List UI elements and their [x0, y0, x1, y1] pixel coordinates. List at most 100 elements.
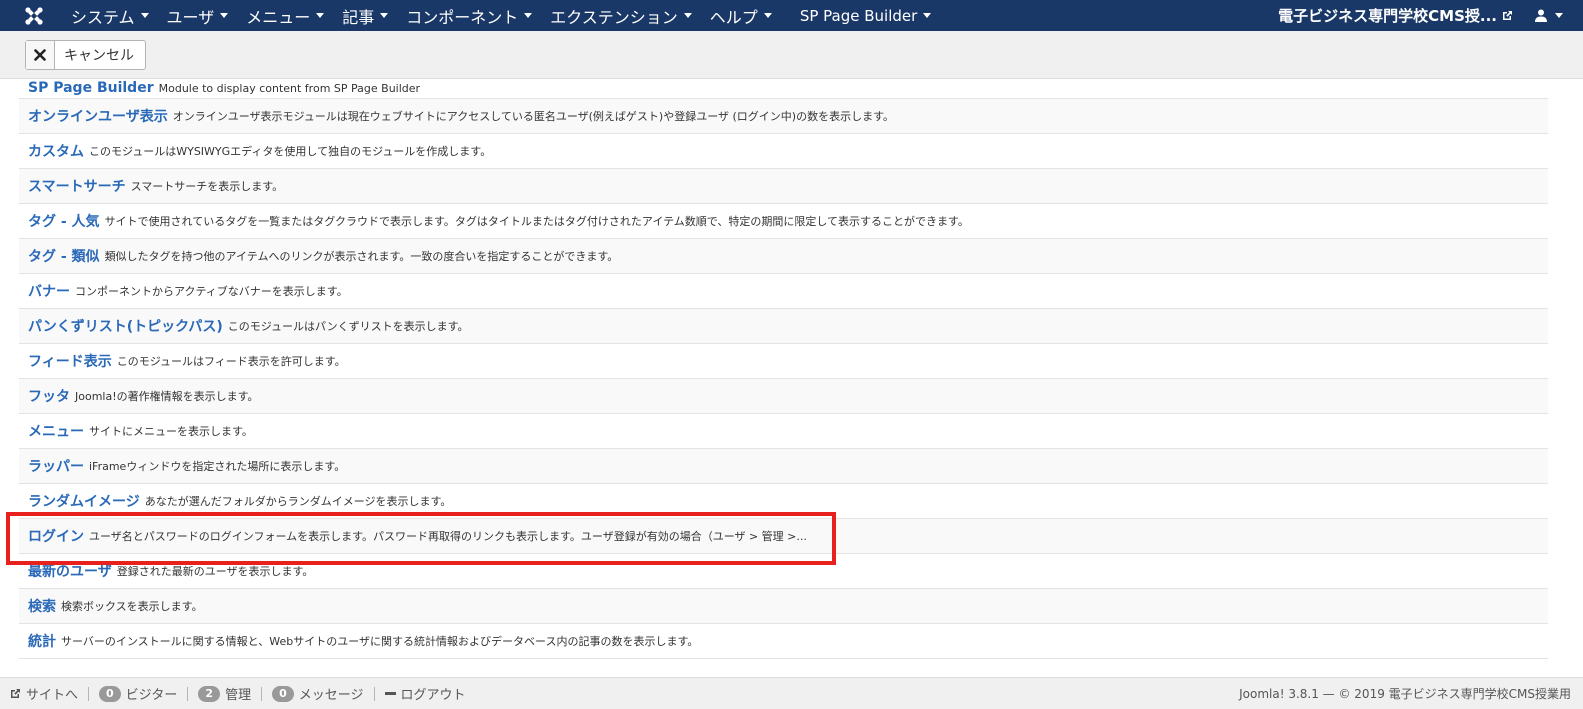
view-site-label: サイトへ: [26, 688, 79, 703]
menu-label: メニュー: [246, 7, 311, 27]
external-link-icon: [11, 689, 20, 698]
module-description: ユーザ名とパスワードのログインフォームを表示します。パスワード再取得のリンクも表…: [89, 530, 807, 543]
user-menu[interactable]: [1535, 9, 1563, 22]
module-title-link[interactable]: バナー: [28, 281, 70, 301]
module-description: サーバーのインストールに関する情報と、Webサイトのユーザに関する統計情報および…: [61, 635, 699, 648]
visitors-badge: 0: [99, 685, 121, 702]
menu-label: ユーザ: [166, 7, 215, 27]
navbar-right: 電子ビジネス専門学校CMS授...: [1278, 5, 1583, 26]
user-icon: [1535, 9, 1547, 22]
list-item: カスタム このモジュールはWYSIWYGエディタを使用して独自のモジュールを作成し…: [19, 134, 1548, 169]
menu-content[interactable]: 記事: [333, 4, 397, 28]
menu-extensions[interactable]: エクステンション: [541, 4, 701, 28]
list-item: ラッパー iFrameウィンドウを指定された場所に表示します。: [19, 449, 1548, 484]
menu-system[interactable]: システム: [62, 4, 158, 28]
list-item: ランダムイメージ あなたが選んだフォルダからランダムイメージを表示します。: [19, 484, 1548, 519]
list-item: タグ - 類似 類似したタグを持つ他のアイテムへのリンクが表示されます。一致の度合…: [19, 239, 1548, 274]
module-title-link[interactable]: フィード表示: [28, 351, 112, 371]
view-site-link[interactable]: サイトへ: [0, 684, 88, 703]
menu-label: SP Page Builder: [799, 6, 918, 25]
module-title-link[interactable]: フッタ: [28, 386, 70, 406]
module-title-link[interactable]: パンくずリスト(トピックパス): [28, 316, 223, 336]
module-description: Joomla!の著作権情報を表示します。: [75, 390, 259, 403]
caret-down-icon: [1555, 13, 1563, 18]
menu-label: システム: [71, 7, 135, 27]
cancel-button[interactable]: キャンセル: [25, 40, 146, 70]
list-item: SP Page Builder Module to display content…: [19, 78, 1548, 99]
list-item: メニュー サイトにメニューを表示します。: [19, 414, 1548, 449]
admin-navbar: システム ユーザ メニュー 記事 コンポーネント エクステンション ヘルプ SP…: [0, 0, 1583, 31]
module-description: スマートサーチを表示します。: [130, 180, 284, 193]
caret-down-icon: [220, 13, 229, 18]
admins-badge: 2: [198, 685, 221, 702]
list-item: 検索 検索ボックスを表示します。: [19, 589, 1548, 624]
close-icon: [26, 41, 55, 69]
module-description: オンラインユーザ表示モジュールは現在ウェブサイトにアクセスしている匿名ユーザ(例…: [172, 110, 894, 123]
module-title-link[interactable]: タグ - 類似: [28, 246, 100, 266]
list-item: オンラインユーザ表示 オンラインユーザ表示モジュールは現在ウェブサイトにアクセスし…: [19, 99, 1548, 134]
module-title-link[interactable]: SP Page Builder: [28, 80, 154, 96]
module-type-list: SP Page Builder Module to display content…: [19, 78, 1548, 659]
module-title-link[interactable]: スマートサーチ: [28, 176, 126, 196]
module-title-link[interactable]: カスタム: [28, 141, 84, 161]
menu-label: ヘルプ: [709, 7, 758, 27]
module-description: このモジュールはパンくずリストを表示します。: [227, 320, 469, 333]
module-description: 登録された最新のユーザを表示します。: [116, 565, 314, 578]
menu-label: 記事: [342, 7, 375, 27]
module-title-link[interactable]: 最新のユーザ: [28, 561, 112, 581]
module-description: 検索ボックスを表示します。: [61, 600, 203, 613]
module-description: コンポーネントからアクティブなバナーを表示します。: [75, 285, 348, 298]
list-item: フィード表示 このモジュールはフィード表示を許可します。: [19, 344, 1548, 379]
main-menu: システム ユーザ メニュー 記事 コンポーネント エクステンション ヘルプ SP…: [62, 4, 940, 28]
caret-down-icon: [683, 13, 692, 18]
status-bar: サイトへ 0 ビジター 2 管理 0 メッセージ ログアウト Joomla! 3…: [0, 677, 1583, 709]
list-item: フッタ Joomla!の著作権情報を表示します。: [19, 379, 1548, 414]
module-description: Module to display content from SP Page B…: [158, 81, 421, 95]
admins-link[interactable]: 2 管理: [188, 684, 261, 703]
caret-down-icon: [316, 13, 325, 18]
menu-help[interactable]: ヘルプ: [701, 4, 781, 28]
footer-copyright: Joomla! 3.8.1 — © 2019 電子ビジネス専門学校CMS授業用: [1239, 687, 1571, 701]
module-title-link[interactable]: 統計: [28, 631, 56, 651]
list-item: バナー コンポーネントからアクティブなバナーを表示します。: [19, 274, 1548, 309]
site-link[interactable]: 電子ビジネス専門学校CMS授...: [1278, 5, 1513, 26]
caret-down-icon: [524, 13, 533, 18]
cancel-label: キャンセル: [64, 48, 134, 64]
module-title-link[interactable]: メニュー: [28, 421, 84, 441]
external-link-icon: [1503, 11, 1512, 20]
messages-link[interactable]: 0 メッセージ: [262, 684, 373, 703]
menu-menus[interactable]: メニュー: [237, 4, 333, 28]
list-item: タグ - 人気 サイトで使用されているタグを一覧またはタグクラウドで表示します。タ…: [19, 204, 1548, 239]
caret-down-icon: [380, 13, 389, 18]
site-name: 電子ビジネス専門学校CMS授...: [1278, 7, 1497, 25]
list-item: パンくずリスト(トピックパス) このモジュールはパンくずリストを表示します。: [19, 309, 1548, 344]
logout-label: ログアウト: [400, 688, 466, 703]
module-title-link[interactable]: タグ - 人気: [28, 211, 100, 231]
module-title-link[interactable]: オンラインユーザ表示: [28, 106, 168, 126]
visitors-link[interactable]: 0 ビジター: [89, 684, 187, 703]
menu-components[interactable]: コンポーネント: [397, 4, 541, 28]
module-description: サイトで使用されているタグを一覧またはタグクラウドで表示します。タグはタイトルま…: [104, 215, 969, 228]
module-title-link[interactable]: 検索: [28, 596, 56, 616]
module-title-link[interactable]: ログイン: [28, 526, 84, 546]
menu-sp-page-builder[interactable]: SP Page Builder: [791, 7, 940, 25]
menu-users[interactable]: ユーザ: [158, 4, 238, 28]
module-description: iFrameウィンドウを指定された場所に表示します。: [89, 460, 346, 473]
toolbar: キャンセル: [0, 31, 1583, 79]
messages-label: メッセージ: [298, 688, 364, 703]
module-description: サイトにメニューを表示します。: [89, 425, 253, 438]
visitors-label: ビジター: [125, 688, 178, 703]
joomla-logo-icon[interactable]: [24, 6, 44, 26]
module-title-link[interactable]: ラッパー: [28, 456, 84, 476]
list-item: スマートサーチ スマートサーチを表示します。: [19, 169, 1548, 204]
list-item-login: ログイン ユーザ名とパスワードのログインフォームを表示します。パスワード再取得のリ…: [19, 519, 1548, 554]
logout-link[interactable]: ログアウト: [375, 684, 476, 703]
module-description: あなたが選んだフォルダからランダムイメージを表示します。: [144, 495, 452, 508]
module-description: このモジュールはフィード表示を許可します。: [116, 355, 346, 368]
caret-down-icon: [140, 13, 149, 18]
menu-label: コンポーネント: [406, 7, 519, 27]
list-item: 統計 サーバーのインストールに関する情報と、Webサイトのユーザに関する統計情報お…: [19, 624, 1548, 659]
caret-down-icon: [923, 13, 932, 18]
module-title-link[interactable]: ランダムイメージ: [28, 491, 140, 511]
admins-label: 管理: [225, 688, 252, 703]
